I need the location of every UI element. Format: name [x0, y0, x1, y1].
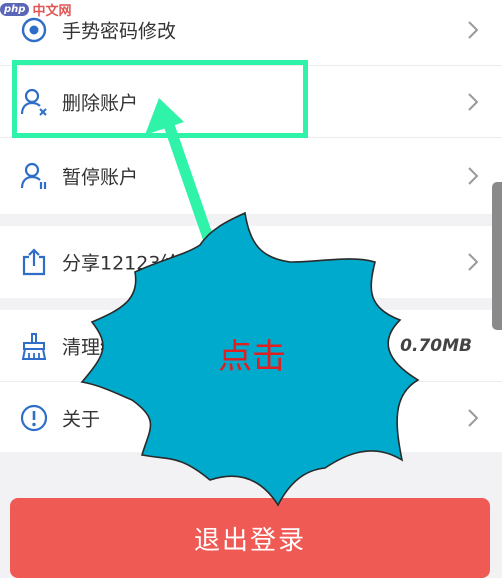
watermark: php 中文网	[0, 0, 71, 19]
annotation-overlay: 点击	[80, 98, 420, 507]
watermark-badge: php	[0, 3, 30, 16]
watermark-text: 中文网	[32, 4, 72, 19]
callout-text: 点击	[218, 337, 286, 377]
